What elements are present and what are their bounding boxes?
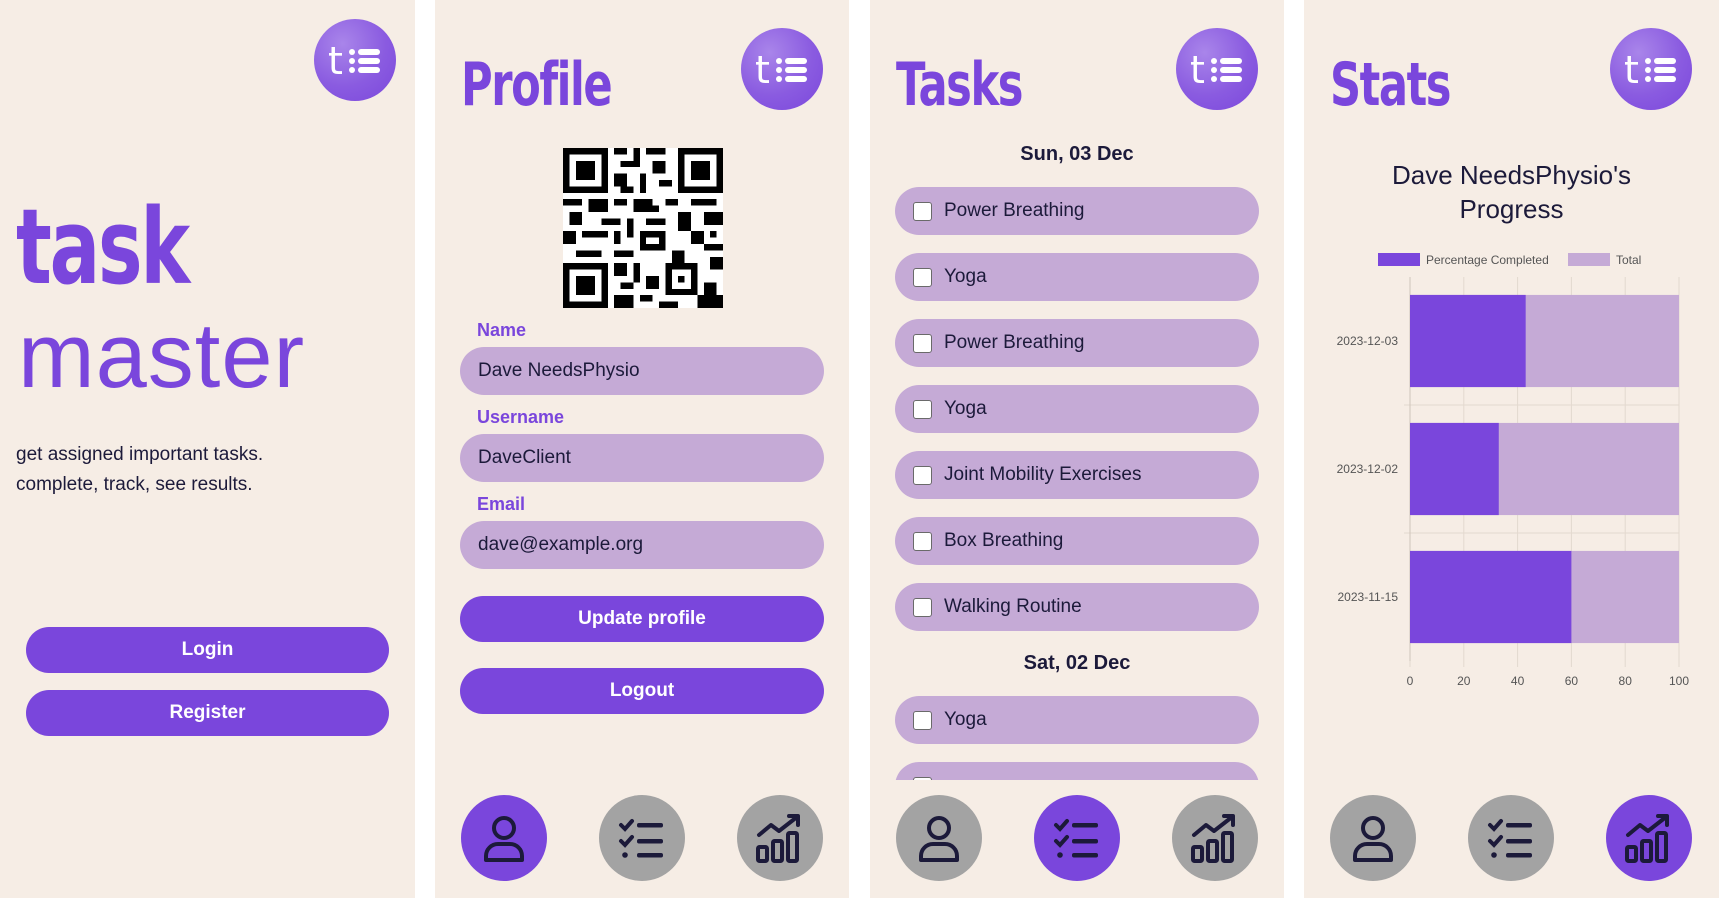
app-logo-icon: t — [314, 19, 396, 101]
task-label: Yoga — [944, 266, 987, 287]
app-logo-icon: t — [1176, 28, 1258, 110]
nav-profile-button[interactable] — [1330, 795, 1416, 881]
y-tick-label: 2023-12-03 — [1337, 334, 1399, 348]
task-checkbox[interactable] — [913, 333, 932, 353]
task-label: Power Breathing — [944, 200, 1085, 221]
bar-completed — [1410, 422, 1499, 516]
task-item[interactable]: Joint Mobility Exercises — [895, 451, 1259, 499]
app-logo-icon: t — [741, 28, 823, 110]
progress-chart: Percentage Completed Total 0 20 40 60 80 100 202… — [1337, 253, 1689, 688]
task-checkbox[interactable] — [913, 267, 932, 287]
task-checkbox[interactable] — [913, 531, 932, 551]
stats-heading-line-2: Progress — [1459, 194, 1564, 224]
svg-text:t: t — [1190, 49, 1205, 89]
bar-completed — [1410, 294, 1526, 388]
y-tick-label: 2023-12-02 — [1337, 462, 1399, 476]
tagline: get assigned important tasks. complete, … — [16, 440, 263, 500]
app-logo-icon: t — [1610, 28, 1692, 110]
person-icon — [919, 816, 959, 862]
nav-profile-button[interactable] — [461, 795, 547, 881]
nav-profile-button[interactable] — [896, 795, 982, 881]
email-field[interactable]: dave@example.org — [460, 521, 824, 569]
task-item[interactable]: Power Breathing — [895, 319, 1259, 367]
svg-text:t: t — [755, 49, 770, 89]
task-label: Walking Routine — [944, 596, 1082, 617]
task-label: Box Breathing — [944, 530, 1064, 551]
svg-text:t: t — [1624, 49, 1639, 89]
page-title: Tasks — [896, 50, 1023, 120]
task-item[interactable]: Power Breathing — [895, 187, 1259, 235]
logout-button[interactable]: Logout — [460, 668, 824, 714]
nav-tasks-button[interactable] — [1468, 795, 1554, 881]
bar-chart-trend-icon — [756, 814, 800, 863]
task-item[interactable]: Yoga — [895, 253, 1259, 301]
brand-master-text: master — [18, 305, 306, 407]
bar-chart-trend-icon — [1191, 814, 1235, 863]
x-tick-label: 60 — [1565, 674, 1579, 688]
task-item[interactable] — [895, 762, 1259, 780]
y-tick-label: 2023-11-15 — [1338, 590, 1399, 604]
person-icon — [1353, 816, 1393, 862]
person-icon — [484, 816, 524, 862]
page-title: Profile — [461, 50, 613, 120]
login-button[interactable]: Login — [26, 627, 389, 673]
name-label: Name — [477, 320, 527, 340]
nav-stats-button[interactable] — [737, 795, 823, 881]
task-item[interactable]: Yoga — [895, 385, 1259, 433]
task-item[interactable]: Box Breathing — [895, 517, 1259, 565]
name-field[interactable]: Dave NeedsPhysio — [460, 347, 824, 395]
qr-code-icon — [563, 148, 723, 308]
profile-screen: Profile t Name Dave NeedsPhysio Username… — [435, 0, 849, 898]
task-label: Power Breathing — [944, 332, 1085, 353]
update-profile-button[interactable]: Update profile — [460, 596, 824, 642]
task-checkbox[interactable] — [913, 597, 932, 617]
checklist-icon — [1488, 819, 1532, 858]
svg-text:t: t — [328, 40, 343, 80]
date-heading: Sun, 03 Dec — [1020, 143, 1134, 165]
x-tick-label: 40 — [1511, 674, 1525, 688]
x-tick-label: 80 — [1619, 674, 1633, 688]
x-tick-label: 0 — [1407, 674, 1414, 688]
nav-stats-button[interactable] — [1606, 795, 1692, 881]
task-item[interactable]: Yoga — [895, 696, 1259, 744]
legend-label: Total — [1616, 253, 1641, 267]
x-tick-label: 20 — [1457, 674, 1471, 688]
email-label: Email — [477, 494, 526, 514]
page-title: Stats — [1330, 50, 1452, 120]
nav-stats-button[interactable] — [1172, 795, 1258, 881]
stats-heading-line-1: Dave NeedsPhysio's — [1391, 160, 1632, 190]
date-heading: Sat, 02 Dec — [1023, 652, 1131, 674]
task-checkbox[interactable] — [913, 710, 932, 730]
task-checkbox[interactable] — [913, 465, 932, 485]
task-item[interactable]: Walking Routine — [895, 583, 1259, 631]
legend-swatch — [1568, 253, 1610, 266]
tagline-line-1: get assigned important tasks. — [16, 444, 264, 465]
task-checkbox[interactable] — [913, 201, 932, 221]
brand-task-text: task — [16, 186, 190, 308]
legend-label: Percentage Completed — [1426, 253, 1549, 267]
task-list[interactable]: Sun, 03 Dec Power Breathing Yoga Power B… — [870, 135, 1284, 780]
tasks-screen: Tasks t Sun, 03 Dec Power Breathing Yoga… — [870, 0, 1284, 898]
x-tick-label: 100 — [1669, 674, 1689, 688]
checklist-icon — [619, 819, 663, 858]
task-checkbox[interactable] — [913, 776, 932, 780]
stats-heading: Dave NeedsPhysio's Progress — [1304, 158, 1719, 226]
task-label: Joint Mobility Exercises — [944, 464, 1142, 485]
bar-completed — [1410, 550, 1572, 644]
tagline-line-2: complete, track, see results. — [16, 474, 253, 495]
bar-chart-trend-icon — [1625, 814, 1669, 863]
username-field[interactable]: DaveClient — [460, 434, 824, 482]
welcome-screen: t task master get assigned important tas… — [0, 0, 415, 898]
register-button[interactable]: Register — [26, 690, 389, 736]
username-label: Username — [477, 407, 565, 427]
nav-tasks-button[interactable] — [599, 795, 685, 881]
nav-tasks-button[interactable] — [1034, 795, 1120, 881]
checklist-icon — [1054, 819, 1098, 858]
task-checkbox[interactable] — [913, 399, 932, 419]
stats-screen: Stats t Dave NeedsPhysio's Progress Perc… — [1304, 0, 1719, 898]
legend-swatch — [1378, 253, 1420, 266]
task-label: Yoga — [944, 398, 987, 419]
task-label: Yoga — [944, 709, 987, 730]
